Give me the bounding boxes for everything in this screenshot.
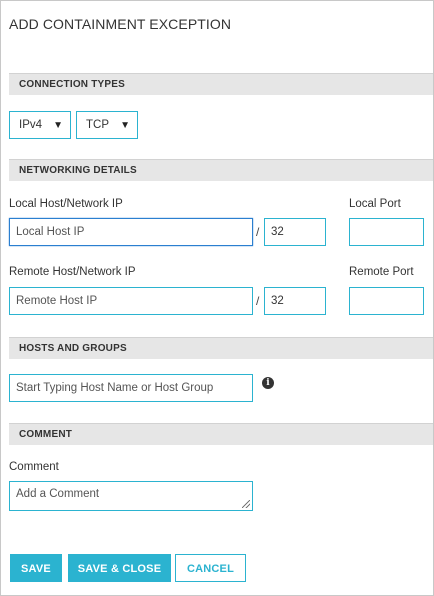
section-header-networking-details: NETWORKING DETAILS xyxy=(9,159,433,181)
local-host-label: Local Host/Network IP xyxy=(9,198,123,210)
cancel-button[interactable]: CANCEL xyxy=(175,554,246,582)
remote-host-label: Remote Host/Network IP xyxy=(9,266,136,278)
dialog-title: ADD CONTAINMENT EXCEPTION xyxy=(9,16,232,32)
local-port-label: Local Port xyxy=(349,198,401,210)
local-port-input[interactable] xyxy=(349,218,424,246)
save-and-close-button[interactable]: SAVE & CLOSE xyxy=(68,554,171,582)
host-group-search-input[interactable]: Start Typing Host Name or Host Group xyxy=(9,374,253,402)
remote-port-input[interactable] xyxy=(349,287,424,315)
caret-down-icon: ▼ xyxy=(53,120,63,131)
ip-version-value: IPv4 xyxy=(19,119,43,131)
info-icon[interactable]: i xyxy=(262,377,274,389)
section-header-comment: COMMENT xyxy=(9,423,433,445)
comment-placeholder: Add a Comment xyxy=(16,488,100,500)
save-button[interactable]: SAVE xyxy=(10,554,62,582)
local-prefix-separator: / xyxy=(256,225,260,239)
local-prefix-input[interactable]: 32 xyxy=(264,218,326,246)
caret-down-icon: ▼ xyxy=(120,120,130,131)
protocol-select[interactable]: TCP ▼ xyxy=(76,111,138,139)
protocol-value: TCP xyxy=(86,119,109,131)
section-header-hosts-and-groups: HOSTS AND GROUPS xyxy=(9,337,433,359)
ip-version-select[interactable]: IPv4 ▼ xyxy=(9,111,71,139)
resize-grip-icon[interactable] xyxy=(242,500,250,508)
local-host-ip-input[interactable]: Local Host IP xyxy=(9,218,253,246)
comment-textarea[interactable]: Add a Comment xyxy=(9,481,253,511)
remote-prefix-separator: / xyxy=(256,294,260,308)
remote-port-label: Remote Port xyxy=(349,266,414,278)
comment-label: Comment xyxy=(9,461,59,473)
remote-prefix-input[interactable]: 32 xyxy=(264,287,326,315)
remote-host-ip-input[interactable]: Remote Host IP xyxy=(9,287,253,315)
section-header-connection-types: CONNECTION TYPES xyxy=(9,73,433,95)
